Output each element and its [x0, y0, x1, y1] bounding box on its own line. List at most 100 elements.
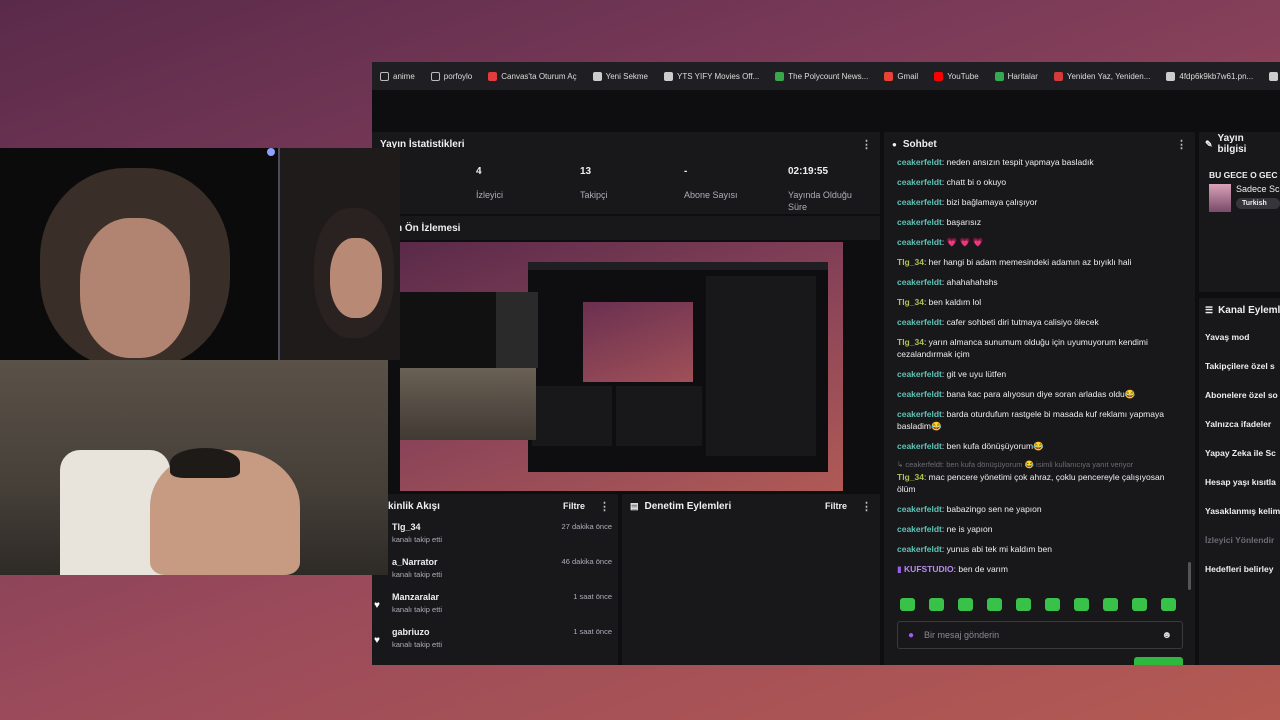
- bookmark-item[interactable]: anime: [374, 71, 421, 81]
- chat-username[interactable]: ceakerfeldt: [897, 504, 942, 514]
- channel-action-item[interactable]: Yavaş mod: [1205, 332, 1280, 361]
- activity-username: gabriuzo: [392, 627, 430, 637]
- mic-icon: ●: [908, 629, 915, 641]
- bookmark-item[interactable]: Yeni Sekme: [587, 71, 654, 81]
- emote-icon[interactable]: [987, 598, 1002, 611]
- emote-icon[interactable]: [1103, 598, 1118, 611]
- preview-webcam-bottom: [400, 368, 536, 440]
- channel-action-item[interactable]: Hesap yaşı kısıtla: [1205, 477, 1280, 506]
- channel-action-item[interactable]: Abonelere özel so: [1205, 390, 1280, 419]
- cursor-dot-icon: [267, 148, 275, 156]
- chat-username[interactable]: Tlg_34: [897, 337, 924, 347]
- chat-username[interactable]: ceakerfeldt: [897, 317, 942, 327]
- chat-username[interactable]: ceakerfeldt: [897, 409, 942, 419]
- emote-icon[interactable]: [1016, 598, 1031, 611]
- bookmark-item[interactable]: YTS YIFY Movies Off...: [658, 71, 765, 81]
- channel-action-item[interactable]: İzleyici Yönlendir: [1205, 535, 1280, 564]
- stat-value: 02:19:55: [788, 166, 829, 177]
- activity-username: a_Narrator: [392, 557, 438, 567]
- heart-icon: ♥: [374, 635, 380, 646]
- chat-username[interactable]: ceakerfeldt: [897, 524, 942, 534]
- chat-username[interactable]: ceakerfeldt: [897, 177, 942, 187]
- emote-icon[interactable]: [1161, 598, 1176, 611]
- bookmark-item[interactable]: Gmail: [878, 71, 924, 81]
- chat-text: bizi bağlamaya çalışıyor: [946, 197, 1038, 207]
- chat-input[interactable]: ● Bir mesaj gönderin ☻: [897, 621, 1183, 649]
- activity-item[interactable]: ▼a_Narratorkanalı takip etti46 dakika ön…: [374, 557, 618, 592]
- emote-icon[interactable]: [929, 598, 944, 611]
- chat-message: ceakerfeldt: barda oturdufum rastgele bi…: [897, 408, 1185, 432]
- channel-action-item[interactable]: Yapay Zeka ile Sc: [1205, 448, 1280, 477]
- chat-username[interactable]: ceakerfeldt: [897, 544, 942, 554]
- emote-icon[interactable]: [900, 598, 915, 611]
- chat-username[interactable]: Tlg_34: [897, 472, 924, 482]
- canvas-icon: [488, 71, 498, 81]
- stream-preview-video[interactable]: [400, 242, 843, 491]
- globe-icon: [592, 71, 602, 81]
- activity-description: kanalı takip etti: [392, 570, 443, 579]
- activity-item[interactable]: ♥ Manzaralar kanalı takip etti 1 saat önce: [374, 592, 618, 627]
- emoji-icon[interactable]: ☻: [1161, 630, 1172, 641]
- stat-value: 13: [580, 166, 592, 177]
- chat-username[interactable]: KUFSTUDIO: [904, 564, 954, 574]
- tag-chip[interactable]: Turkish: [1236, 198, 1280, 209]
- stat-label: Takipçi: [580, 190, 608, 200]
- bookmark-item[interactable]: Canvas'ta Oturum Aç: [482, 71, 582, 81]
- chat-username[interactable]: ceakerfeldt: [897, 441, 942, 451]
- rewrite-icon: [1053, 71, 1063, 81]
- channel-action-item[interactable]: Takipçilere özel s: [1205, 361, 1280, 390]
- globe-icon: [1166, 71, 1176, 81]
- channel-action-item[interactable]: Yalnızca ifadeler: [1205, 419, 1280, 448]
- channel-action-item[interactable]: Yasaklanmış kelim: [1205, 506, 1280, 535]
- chat-message: Tlg_34: ben kaldım lol: [897, 296, 1185, 308]
- chat-text: git ve uyu lütfen: [946, 369, 1007, 379]
- chat-message: ceakerfeldt: chatt bi o okuyo: [897, 176, 1185, 188]
- chat-username[interactable]: ceakerfeldt: [897, 237, 942, 247]
- chat-username[interactable]: ceakerfeldt: [897, 197, 942, 207]
- activity-item[interactable]: ♥ gabriuzo kanalı takip etti 1 saat önce: [374, 627, 618, 662]
- wrench-icon: ✎: [1205, 138, 1213, 149]
- dashboard-topbar: [372, 90, 1280, 132]
- chat-text: babazingo sen ne yapıon: [946, 504, 1042, 514]
- more-options-icon[interactable]: ⋮: [861, 138, 872, 151]
- chat-username[interactable]: ceakerfeldt: [897, 217, 942, 227]
- chat-input-placeholder: Bir mesaj gönderin: [924, 630, 1000, 640]
- chat-scrollbar[interactable]: [1188, 562, 1191, 590]
- chat-username[interactable]: ceakerfeldt: [897, 369, 942, 379]
- chat-send-button[interactable]: [1134, 657, 1183, 665]
- gmail-icon: [884, 71, 894, 81]
- more-options-icon[interactable]: ⋮: [1176, 138, 1187, 151]
- chat-message: ceakerfeldt: neden ansızın tespit yapmay…: [897, 156, 1185, 168]
- stat-label: Abone Sayısı: [684, 190, 738, 200]
- bookmark-label: Gmail: [897, 71, 919, 81]
- chat-username[interactable]: ceakerfeldt: [897, 389, 942, 399]
- filter-button[interactable]: Filtre: [825, 501, 847, 511]
- activity-item[interactable]: Tlg_34 kanalı takip etti 27 dakika önce: [386, 522, 618, 557]
- chat-message: ceakerfeldt: 💗 💗 💗: [897, 236, 1185, 248]
- bookmark-item[interactable]: Haritalar: [989, 71, 1044, 81]
- bookmark-item[interactable]: YouTube: [928, 71, 984, 81]
- bookmark-item[interactable]: porfoylo: [425, 71, 478, 81]
- bookmark-item[interactable]: The Polycount News...: [769, 71, 874, 81]
- filter-button[interactable]: Filtre: [563, 501, 585, 511]
- emote-icon[interactable]: [958, 598, 973, 611]
- emote-icon[interactable]: [1074, 598, 1089, 611]
- chat-message: ceakerfeldt: yunus abi tek mi kaldım ben: [897, 543, 1185, 555]
- emote-icon[interactable]: [1045, 598, 1060, 611]
- bookmark-item[interactable]: disiplin: [1263, 71, 1280, 81]
- more-options-icon[interactable]: ⋮: [861, 500, 872, 513]
- polycount-icon: [775, 71, 785, 81]
- bookmark-item[interactable]: Yeniden Yaz, Yeniden...: [1048, 71, 1157, 81]
- bookmark-item[interactable]: 4fdp6k9kb7w61.pn...: [1160, 71, 1259, 81]
- webcam-guest: [278, 148, 400, 360]
- channel-action-item[interactable]: Hedefleri belirley: [1205, 564, 1280, 593]
- bookmark-label: YTS YIFY Movies Off...: [677, 71, 760, 81]
- chat-username[interactable]: Tlg_34: [897, 257, 924, 267]
- chat-username[interactable]: ceakerfeldt: [897, 277, 942, 287]
- chat-username[interactable]: Tlg_34: [897, 297, 924, 307]
- emote-icon[interactable]: [1132, 598, 1147, 611]
- chat-username[interactable]: ceakerfeldt: [897, 157, 942, 167]
- folder-icon: [380, 71, 389, 81]
- chat-text: her hangi bi adam memesindeki adamın az …: [928, 257, 1132, 267]
- more-options-icon[interactable]: ⋮: [599, 500, 610, 513]
